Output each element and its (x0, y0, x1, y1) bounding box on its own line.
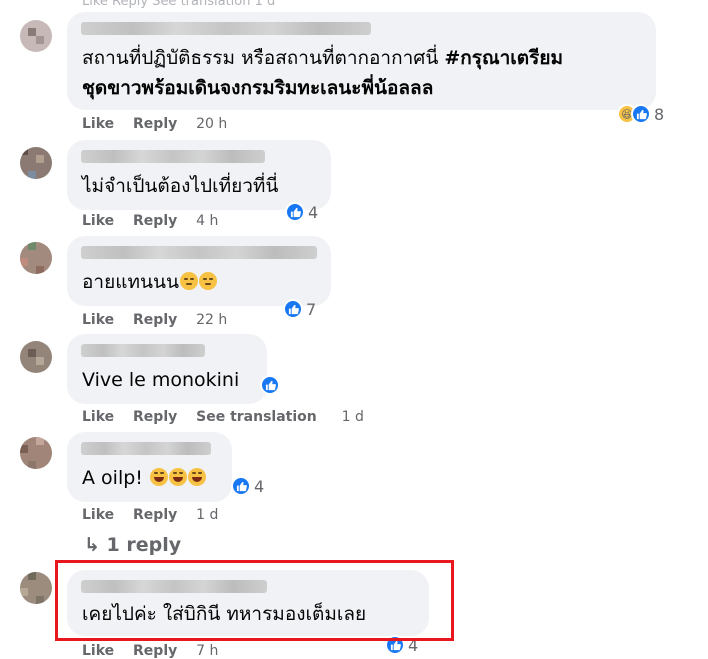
laughing-face-icon (149, 468, 168, 486)
avatar[interactable] (20, 20, 52, 52)
comment-text: Vive le monokini (82, 369, 240, 391)
avatar[interactable] (20, 572, 52, 604)
timestamp[interactable]: 1 d (196, 507, 218, 523)
like-button[interactable]: Like (82, 312, 114, 328)
comment-text: อายแทนนน (82, 268, 217, 296)
reaction-summary[interactable]: 4 (231, 475, 264, 497)
reply-button[interactable]: Reply (133, 409, 177, 425)
laughing-face-icon (168, 468, 187, 486)
comment-text: ไม่จำเป็นต้องไปเที่ยวที่นี่ (82, 175, 279, 197)
author-name-blurred[interactable] (81, 22, 371, 35)
comment-actions: Like Reply 1 d (82, 507, 232, 523)
like-icon (260, 375, 280, 395)
reaction-summary[interactable]: 4 (285, 201, 318, 223)
comment-bubble: Vive le monokini (67, 334, 267, 404)
comment-actions: Like Reply See translation 1 d (82, 409, 378, 425)
avatar[interactable] (20, 147, 52, 179)
author-name-blurred[interactable] (81, 344, 205, 357)
like-button[interactable]: Like (82, 213, 114, 229)
pensive-face-icon (198, 272, 217, 290)
comment-actions: Like Reply 20 h (82, 116, 241, 132)
reply-button[interactable]: Reply (133, 116, 177, 132)
reaction-count: 4 (254, 476, 265, 496)
comment-bubble: ไม่จำเป็นต้องไปเที่ยวที่นี่ (67, 140, 331, 210)
like-icon (283, 299, 303, 319)
laughing-face-icon (187, 468, 206, 486)
comment-text: สถานที่ปฏิบัติธรรม หรือสถานที่ตากอากาศนี… (82, 47, 563, 69)
reaction-summary[interactable] (260, 374, 280, 396)
partial-action-row: Like Reply See translation 1 d (82, 0, 276, 9)
like-button[interactable]: Like (82, 643, 114, 659)
like-button[interactable]: Like (82, 507, 114, 523)
reaction-count: 4 (308, 202, 319, 222)
timestamp[interactable]: 7 h (196, 643, 218, 659)
reply-button[interactable]: Reply (133, 507, 177, 523)
comment-text: A oilp! (82, 464, 206, 492)
reply-button[interactable]: Reply (133, 643, 177, 659)
pensive-face-icon (179, 272, 198, 290)
avatar[interactable] (20, 341, 52, 373)
comment-actions: Like Reply 22 h (82, 312, 241, 328)
reaction-count: 8 (654, 104, 665, 124)
like-button[interactable]: Like (82, 409, 114, 425)
timestamp[interactable]: 4 h (196, 213, 218, 229)
timestamp[interactable]: 22 h (196, 312, 227, 328)
comment-bubble: A oilp! (67, 432, 232, 502)
comment-bubble: อายแทนนน (67, 236, 331, 306)
reaction-summary[interactable]: 7 (283, 298, 316, 320)
author-name-blurred[interactable] (81, 246, 317, 259)
see-translation-link[interactable]: See translation (196, 409, 317, 425)
like-icon (285, 202, 305, 222)
reaction-summary[interactable]: 😆 8 (617, 103, 664, 125)
author-name-blurred[interactable] (81, 442, 211, 455)
timestamp[interactable]: 20 h (196, 116, 227, 132)
highlight-box (55, 560, 454, 641)
like-icon (231, 476, 251, 496)
avatar[interactable] (20, 437, 52, 469)
like-icon (631, 104, 651, 124)
comment-bubble: สถานที่ปฏิบัติธรรม หรือสถานที่ตากอากาศนี… (67, 12, 656, 110)
timestamp[interactable]: 1 d (342, 409, 364, 425)
comment-actions: Like Reply 7 h (82, 643, 232, 659)
reply-button[interactable]: Reply (133, 312, 177, 328)
reaction-count: 7 (306, 299, 317, 319)
author-name-blurred[interactable] (81, 150, 265, 163)
reply-button[interactable]: Reply (133, 213, 177, 229)
view-replies-link[interactable]: ↳ 1 reply (84, 534, 181, 556)
avatar[interactable] (20, 242, 52, 274)
like-button[interactable]: Like (82, 116, 114, 132)
comment-actions: Like Reply 4 h (82, 213, 232, 229)
comment-text-line-2: ชุดขาวพร้อมเดินจงกรมริมทะเลนะพี่น้อลลล (82, 77, 434, 99)
